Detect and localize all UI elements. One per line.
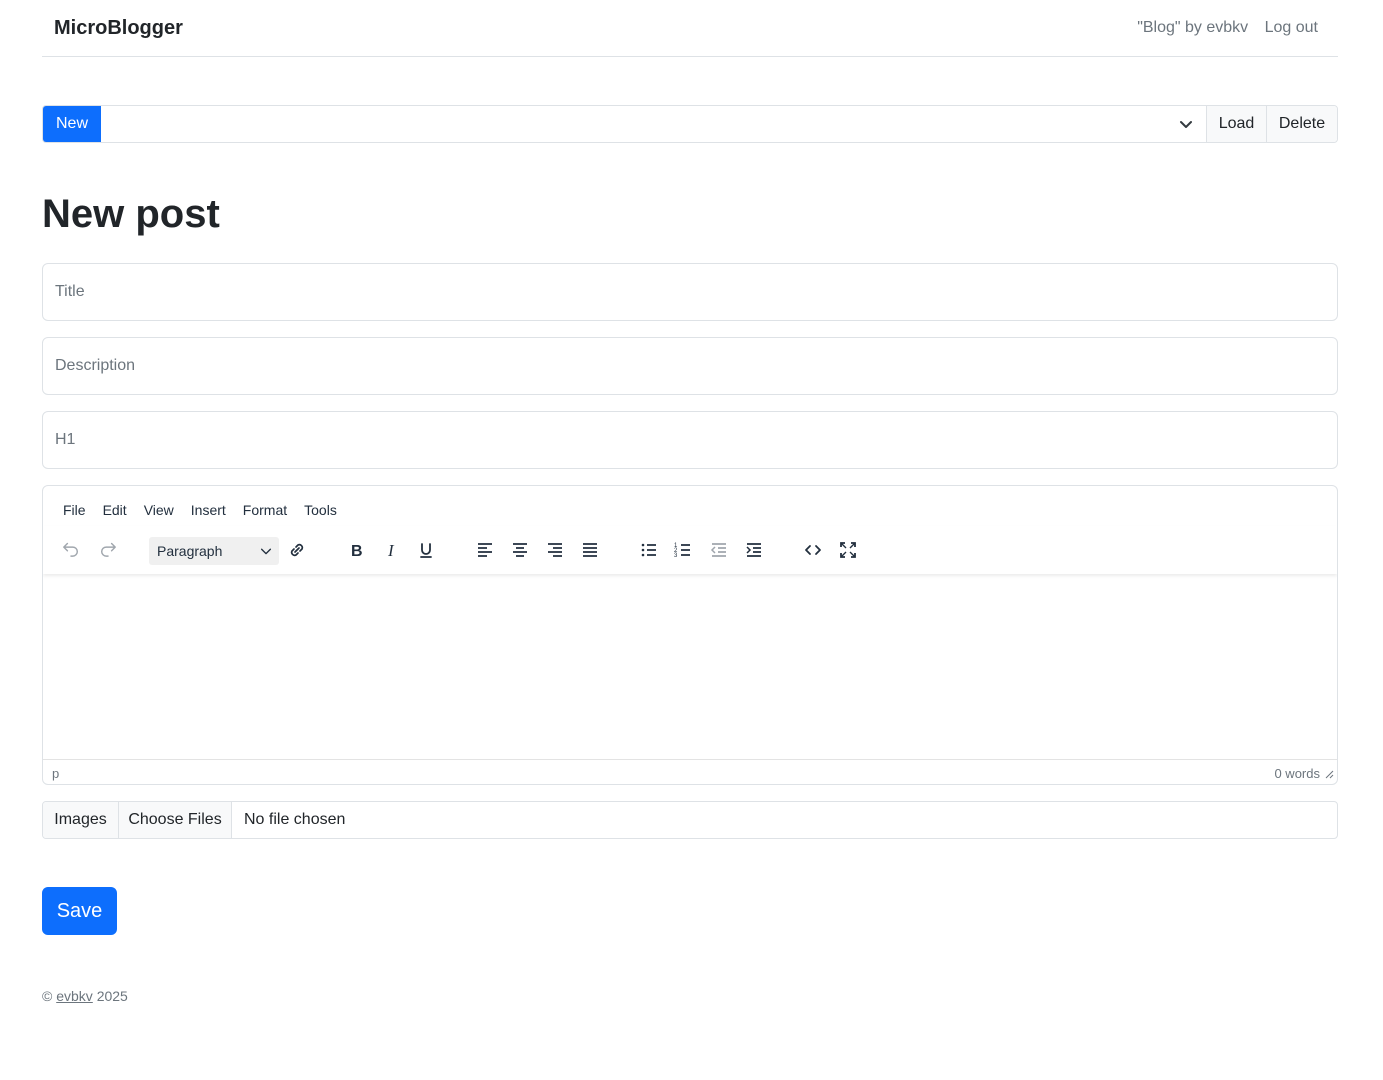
post-select[interactable] — [101, 106, 1206, 142]
bold-icon[interactable]: B — [344, 538, 368, 562]
align-center-icon[interactable] — [508, 538, 532, 562]
nav-links: "Blog" by evbkv Log out — [1125, 19, 1318, 37]
save-button[interactable]: Save — [42, 887, 117, 935]
undo-icon[interactable] — [59, 538, 83, 562]
underline-icon[interactable] — [414, 538, 438, 562]
menu-format[interactable]: Format — [243, 502, 287, 518]
link-icon[interactable] — [285, 538, 309, 562]
menu-view[interactable]: View — [144, 502, 174, 518]
redo-icon[interactable] — [96, 538, 120, 562]
chevron-down-icon — [260, 548, 272, 555]
title-input[interactable] — [43, 264, 1337, 320]
bullet-list-icon[interactable] — [637, 538, 661, 562]
h1-input[interactable] — [43, 412, 1337, 468]
h1-field-wrapper — [42, 411, 1338, 469]
images-upload-group: Images Choose Files No file chosen — [42, 801, 1338, 839]
navbar: MicroBlogger "Blog" by evbkv Log out — [42, 0, 1338, 57]
logout-link[interactable]: Log out — [1265, 19, 1318, 36]
chevron-down-icon — [1180, 121, 1192, 128]
brand-logo[interactable]: MicroBlogger — [54, 17, 183, 40]
footer: © evbkv 2025 — [42, 988, 128, 1004]
align-justify-icon[interactable] — [578, 538, 602, 562]
choose-files-button[interactable]: Choose Files — [119, 802, 232, 838]
align-left-icon[interactable] — [473, 538, 497, 562]
block-format-select[interactable]: Paragraph — [149, 537, 279, 565]
file-status-text: No file chosen — [244, 811, 346, 828]
element-path[interactable]: p — [52, 766, 59, 781]
images-label: Images — [43, 802, 119, 838]
editor-menubar: File Edit View Insert Format Tools — [55, 502, 346, 518]
copyright-symbol: © — [42, 988, 53, 1004]
blog-link[interactable]: "Blog" by evbkv — [1137, 19, 1248, 36]
svg-text:3: 3 — [674, 553, 678, 559]
footer-year: 2025 — [96, 988, 128, 1004]
numbered-list-icon[interactable]: 123 — [671, 538, 695, 562]
title-field-wrapper — [42, 263, 1338, 321]
new-post-button[interactable]: New — [43, 106, 101, 142]
delete-button[interactable]: Delete — [1266, 106, 1337, 142]
italic-icon[interactable]: I — [379, 538, 403, 562]
block-format-value: Paragraph — [157, 543, 223, 559]
load-button[interactable]: Load — [1206, 106, 1266, 142]
align-right-icon[interactable] — [543, 538, 567, 562]
description-input[interactable] — [43, 338, 1337, 394]
indent-icon[interactable] — [742, 538, 766, 562]
rich-text-editor: File Edit View Insert Format Tools Parag… — [42, 485, 1338, 785]
resize-handle-icon[interactable] — [1324, 769, 1334, 779]
fullscreen-icon[interactable] — [836, 538, 860, 562]
outdent-icon[interactable] — [707, 538, 731, 562]
editor-toolbar: Paragraph B I 123 — [43, 526, 1337, 574]
description-field-wrapper — [42, 337, 1338, 395]
menu-insert[interactable]: Insert — [191, 502, 226, 518]
menu-edit[interactable]: Edit — [103, 502, 127, 518]
svg-text:B: B — [351, 543, 363, 560]
svg-text:I: I — [387, 541, 395, 560]
post-selector-bar: New Load Delete — [42, 105, 1338, 143]
editor-content-area[interactable] — [43, 574, 1337, 759]
menu-file[interactable]: File — [63, 502, 86, 518]
source-code-icon[interactable] — [801, 538, 825, 562]
editor-statusbar: p 0 words — [43, 759, 1337, 784]
menu-tools[interactable]: Tools — [304, 502, 337, 518]
page-title: New post — [42, 192, 220, 236]
word-count[interactable]: 0 words — [1274, 766, 1320, 781]
author-link[interactable]: evbkv — [56, 988, 93, 1004]
